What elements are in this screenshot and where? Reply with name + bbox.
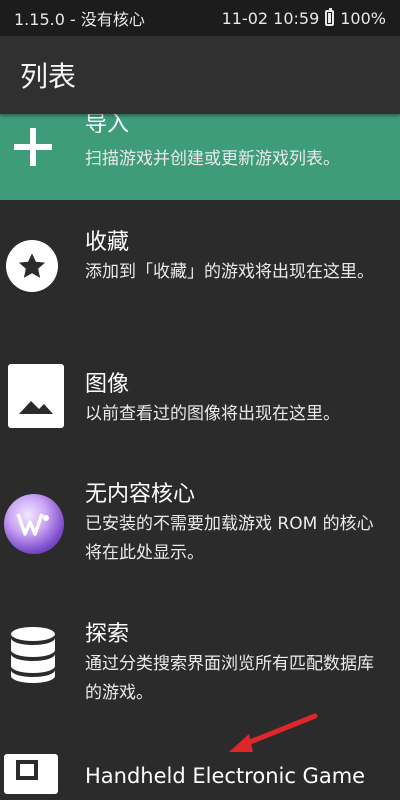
list-item-favorites[interactable]: 收藏 添加到「收藏」的游戏将出现在这里。 — [0, 200, 400, 330]
annotation-arrow-icon — [229, 713, 318, 752]
app-icon — [4, 494, 64, 554]
list-item-contentless-cores[interactable]: 无内容核心 已安装的不需要加载游戏 ROM 的核心将在此处显示。 — [0, 452, 400, 594]
list-item-title: Handheld Electronic Game — [85, 764, 366, 788]
list-item-title: 导入 — [85, 114, 130, 137]
list-item-explore[interactable]: 探索 通过分类搜索界面浏览所有匹配数据库的游戏。 — [0, 594, 400, 736]
handheld-icon — [4, 754, 58, 794]
status-datetime: 11-02 10:59 — [221, 8, 320, 28]
status-right: 11-02 10:59 100% — [221, 8, 386, 28]
playlist-list: 导入 扫描游戏并创建或更新游戏列表。 收藏 添加到「收藏」的游戏将出现在这里。 … — [0, 114, 400, 800]
image-icon — [8, 364, 64, 428]
star-icon — [6, 240, 58, 292]
list-item-title: 无内容核心 — [85, 482, 196, 507]
list-item-description: 通过分类搜索界面浏览所有匹配数据库的游戏。 — [85, 654, 374, 703]
plus-icon — [14, 128, 52, 166]
list-item-title: 收藏 — [85, 230, 130, 255]
page-title: 列表 — [20, 60, 77, 93]
list-item-description: 已安装的不需要加载游戏 ROM 的核心将在此处显示。 — [85, 514, 374, 563]
status-bar: 1.15.0 - 没有核心 11-02 10:59 100% — [0, 0, 400, 36]
list-item-title: 探索 — [85, 622, 130, 647]
list-item-images[interactable]: 图像 以前查看过的图像将出现在这里。 — [0, 330, 400, 452]
app-bar: 列表 — [0, 36, 400, 114]
battery-icon — [325, 8, 335, 26]
list-item-description: 扫描游戏并创建或更新游戏列表。 — [85, 149, 340, 169]
list-item-title: 图像 — [85, 372, 130, 397]
status-version: 1.15.0 - 没有核心 — [14, 10, 145, 29]
list-item-description: 添加到「收藏」的游戏将出现在这里。 — [85, 262, 374, 282]
battery-percent: 100% — [340, 8, 386, 28]
list-item-description: 以前查看过的图像将出现在这里。 — [85, 404, 340, 424]
list-item-import[interactable]: 导入 扫描游戏并创建或更新游戏列表。 — [0, 114, 400, 200]
list-item-handheld-electronic-game[interactable]: Handheld Electronic Game — [0, 736, 400, 800]
database-icon — [10, 626, 56, 684]
